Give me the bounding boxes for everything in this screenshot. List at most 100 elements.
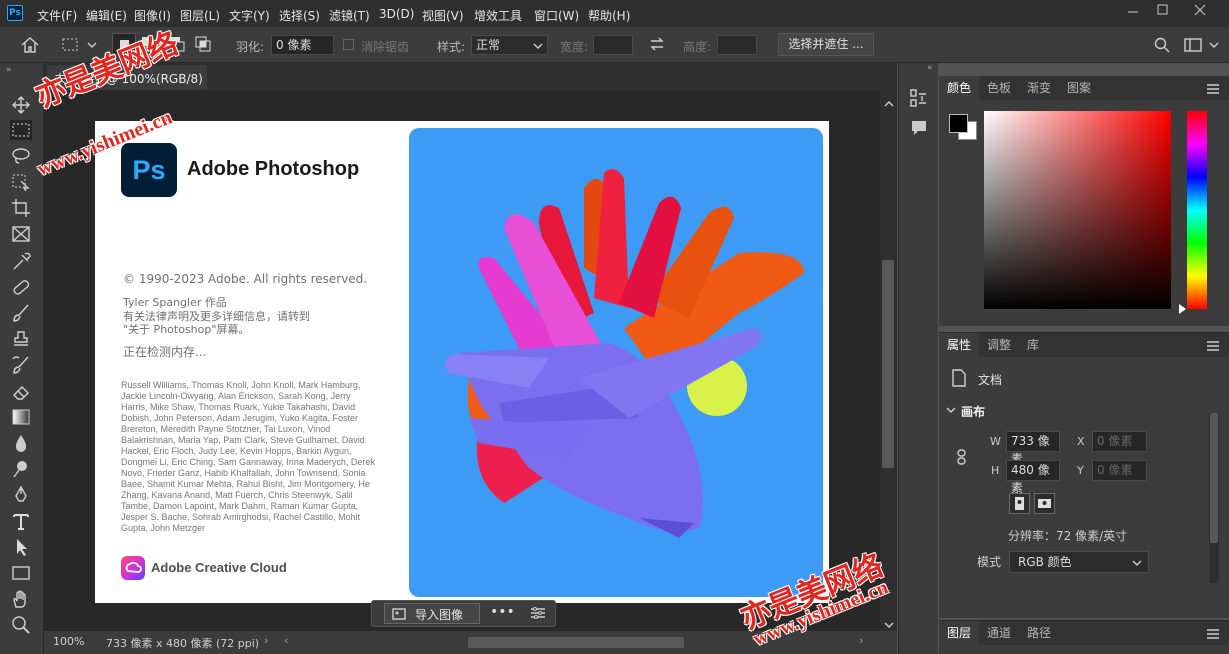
canvas-x-input[interactable]: 0 像素: [1092, 431, 1147, 452]
canvas-section-toggle[interactable]: [945, 405, 957, 419]
canvas-width-input[interactable]: 733 像素: [1006, 431, 1060, 466]
document-info[interactable]: 733 像素 x 480 像素 (72 ppi): [106, 635, 259, 651]
workspace-icon[interactable]: [1184, 37, 1220, 56]
landscape-orientation-icon[interactable]: [1034, 493, 1055, 514]
minimize-button[interactable]: [1118, 0, 1148, 22]
tab-gradients[interactable]: 渐变: [1019, 76, 1059, 100]
pen-tool-icon[interactable]: [10, 485, 32, 505]
intersect-selection-icon[interactable]: [194, 35, 214, 56]
panel-menu-icon[interactable]: [1207, 628, 1219, 642]
image-icon: [392, 607, 408, 624]
resolution-text: 分辨率：72 像素/英寸: [1008, 529, 1128, 543]
hue-slider[interactable]: [1187, 111, 1207, 309]
crop-tool-icon[interactable]: [10, 198, 32, 218]
menu-item-8[interactable]: 视图(V): [422, 7, 464, 24]
scroll-down-icon[interactable]: [884, 618, 894, 632]
swap-icon[interactable]: [649, 37, 665, 54]
scroll-thumb[interactable]: [882, 260, 894, 468]
status-arrow-icon[interactable]: ›: [264, 634, 268, 647]
close-button[interactable]: [1180, 0, 1220, 22]
search-icon[interactable]: [1154, 37, 1170, 56]
panel-menu-icon[interactable]: [1207, 83, 1219, 97]
collapse-panels-icon[interactable]: «: [927, 63, 933, 73]
gradient-tool-icon[interactable]: [10, 407, 32, 427]
antialias-checkbox[interactable]: [343, 39, 354, 50]
properties-panel: 属性 调整 库 文档 画布 W 733 像素 X 0 像素 H 480 像素 Y…: [939, 332, 1229, 618]
clone-stamp-icon[interactable]: [10, 329, 32, 349]
horizontal-scroll-thumb[interactable]: [468, 637, 684, 648]
eyedropper-tool-icon[interactable]: [10, 251, 32, 271]
tab-libraries[interactable]: 库: [1019, 333, 1047, 357]
properties-scrollbar[interactable]: [1209, 413, 1219, 583]
menu-item-10[interactable]: 窗口(W): [534, 7, 579, 24]
panel-menu-icon[interactable]: [1207, 340, 1219, 354]
menu-item-6[interactable]: 滤镜(T): [329, 7, 370, 24]
tab-paths[interactable]: 路径: [1019, 621, 1059, 645]
width-input[interactable]: [593, 35, 633, 55]
canvas-height-input[interactable]: 480 像素: [1006, 460, 1060, 495]
creative-cloud-label: Adobe Creative Cloud: [151, 560, 287, 575]
expand-toolbar-icon[interactable]: »: [6, 65, 12, 75]
hue-slider-handle[interactable]: [1179, 304, 1186, 314]
height-input[interactable]: [717, 35, 757, 55]
dodge-tool-icon[interactable]: [10, 459, 32, 479]
color-field[interactable]: [984, 111, 1171, 309]
rectangle-tool-icon[interactable]: [10, 563, 32, 583]
tab-patterns[interactable]: 图案: [1059, 76, 1099, 100]
menu-item-5[interactable]: 选择(S): [279, 7, 320, 24]
ps-logo: Ps: [121, 143, 177, 197]
tab-color[interactable]: 颜色: [939, 76, 980, 100]
frame-tool-icon[interactable]: [10, 224, 32, 244]
menu-item-9[interactable]: 增效工具: [474, 7, 522, 24]
history-panel-icon[interactable]: [910, 89, 928, 110]
ps-app-logo[interactable]: Ps: [7, 5, 23, 21]
menu-item-7[interactable]: 3D(D): [379, 7, 414, 21]
style-select[interactable]: 正常: [471, 35, 548, 55]
menu-item-4[interactable]: 文字(Y): [229, 7, 270, 24]
hand-tool-icon[interactable]: [10, 589, 32, 609]
eraser-tool-icon[interactable]: [10, 381, 32, 401]
antialias-label: 消除锯齿: [361, 40, 410, 54]
home-icon[interactable]: [20, 36, 40, 57]
portrait-orientation-icon[interactable]: [1009, 493, 1030, 514]
feather-input[interactable]: 0 像素: [271, 35, 334, 55]
zoom-tool-icon[interactable]: [10, 615, 32, 635]
comments-icon[interactable]: [910, 119, 928, 140]
tab-swatches[interactable]: 色板: [979, 76, 1019, 100]
layers-panel: 图层 通道 路径: [939, 620, 1229, 654]
menu-item-3[interactable]: 图层(L): [180, 7, 220, 24]
zoom-level[interactable]: 100%: [53, 635, 84, 648]
color-mode-select[interactable]: RGB 颜色: [1009, 551, 1149, 573]
canvas-y-input[interactable]: 0 像素: [1092, 460, 1147, 481]
type-tool-icon[interactable]: [10, 511, 32, 531]
select-and-mask-button[interactable]: 选择并遮住 ...: [778, 33, 874, 56]
canvas-section-title: 画布: [961, 405, 986, 419]
vertical-scrollbar[interactable]: [880, 90, 897, 631]
move-tool-icon[interactable]: [10, 95, 32, 115]
hscroll-left-icon[interactable]: ‹: [284, 634, 288, 647]
blur-tool-icon[interactable]: [10, 433, 32, 453]
scroll-up-icon[interactable]: [884, 96, 894, 110]
healing-brush-icon[interactable]: [10, 277, 32, 297]
tab-properties[interactable]: 属性: [939, 333, 980, 357]
object-select-tool-icon[interactable]: [10, 172, 32, 192]
hscroll-right-icon[interactable]: ›: [859, 634, 863, 647]
maximize-button[interactable]: [1148, 0, 1178, 22]
foreground-color-swatch[interactable]: [949, 114, 968, 133]
brush-tool-icon[interactable]: [10, 303, 32, 323]
menu-item-1[interactable]: 编辑(E): [86, 7, 127, 24]
link-dimensions-icon[interactable]: [956, 449, 968, 468]
tab-layers[interactable]: 图层: [939, 621, 980, 645]
settings-sliders-icon[interactable]: [530, 606, 546, 623]
menu-item-0[interactable]: 文件(F): [37, 7, 77, 24]
tab-adjustments[interactable]: 调整: [979, 333, 1019, 357]
lasso-tool-icon[interactable]: [10, 146, 32, 166]
width-label: W: [990, 435, 1001, 448]
tab-channels[interactable]: 通道: [979, 621, 1019, 645]
history-brush-icon[interactable]: [10, 355, 32, 375]
path-select-icon[interactable]: [10, 537, 32, 557]
more-options-icon[interactable]: •••: [490, 604, 515, 620]
menu-item-11[interactable]: 帮助(H): [588, 7, 630, 24]
marquee-tool-icon[interactable]: [10, 120, 32, 140]
splash-screen: Ps Adobe Photoshop © 1990-2023 Adobe. Al…: [95, 121, 829, 603]
